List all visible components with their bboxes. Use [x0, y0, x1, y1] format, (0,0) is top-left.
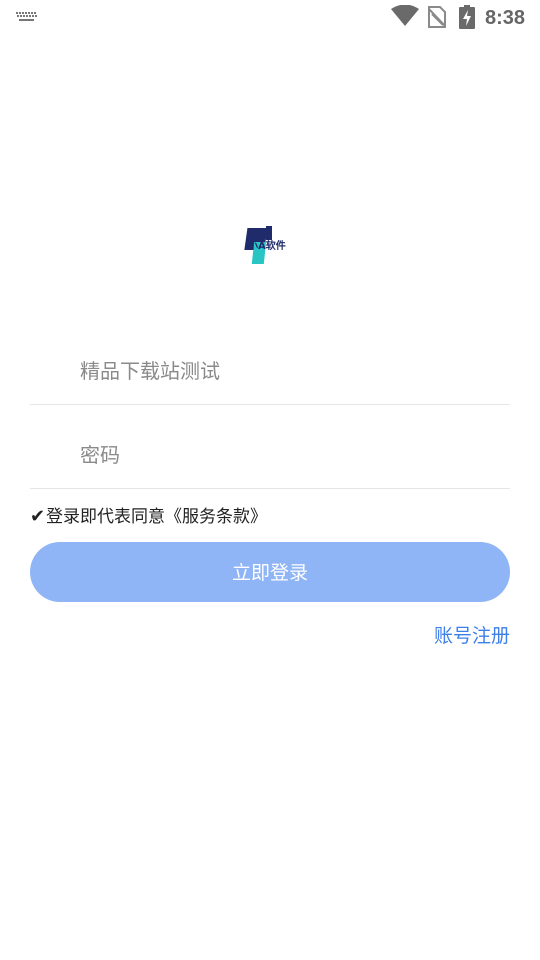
check-icon[interactable]: ✔ [30, 504, 46, 530]
terms-agreement[interactable]: ✔登录即代表同意《服务条款》 [30, 504, 267, 530]
status-bar: 8:38 [0, 0, 540, 36]
battery-charging-icon [459, 5, 475, 29]
status-time: 8:38 [485, 7, 526, 29]
wifi-icon [391, 5, 419, 26]
password-input[interactable] [80, 424, 500, 486]
app-logo: 小A软件 [244, 226, 286, 264]
no-sim-icon [428, 6, 446, 28]
logo-text: 小A软件 [247, 239, 286, 252]
password-field-container [30, 424, 510, 489]
register-link[interactable]: 账号注册 [434, 622, 510, 650]
terms-agreement-text: 登录即代表同意《服务条款》 [46, 507, 267, 527]
login-button[interactable]: 立即登录 [30, 542, 510, 602]
keyboard-icon [16, 12, 37, 21]
account-input[interactable] [80, 340, 500, 402]
account-field-container [30, 340, 510, 405]
login-screen: 8:38 小A软件 ✔登录即代表同意《服务条款》 立即登录 账号注册 [0, 0, 540, 960]
